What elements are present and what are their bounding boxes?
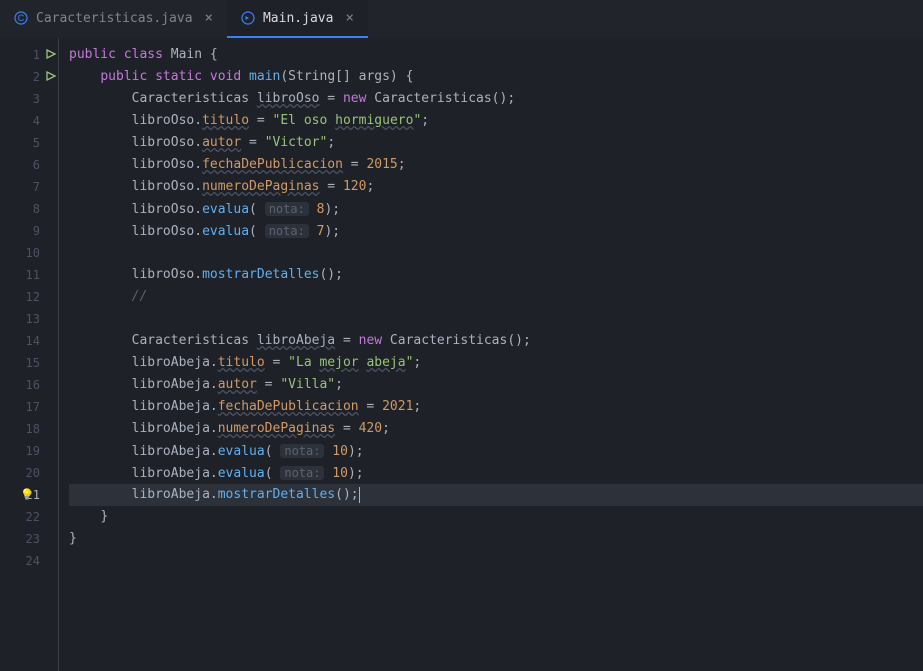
svg-text:C: C [18, 13, 25, 23]
line-number[interactable]: 10 [0, 242, 58, 264]
line-number[interactable]: 16 [0, 374, 58, 396]
line-number[interactable]: 3 [0, 88, 58, 110]
code-line[interactable]: libroAbeja.evalua( nota: 10); [69, 462, 923, 484]
code-line[interactable]: libroOso.numeroDePaginas = 120; [69, 176, 923, 198]
line-number[interactable]: 4 [0, 110, 58, 132]
tab-label: Main.java [263, 11, 333, 26]
code-line[interactable]: libroAbeja.fechaDePublicacion = 2021; [69, 396, 923, 418]
close-icon[interactable]: × [345, 10, 353, 26]
line-number[interactable]: 24 [0, 550, 58, 572]
line-number[interactable]: 7 [0, 176, 58, 198]
tab-caracteristicas[interactable]: C Caracteristicas.java × [0, 0, 227, 38]
code-line[interactable] [69, 242, 923, 264]
line-number[interactable]: 12 [0, 286, 58, 308]
lightbulb-icon[interactable]: 💡 [20, 484, 34, 506]
code-line[interactable]: libroOso.evalua( nota: 7); [69, 220, 923, 242]
line-number[interactable]: 2 [0, 66, 58, 88]
line-number[interactable]: 13 [0, 308, 58, 330]
code-line[interactable]: // [69, 286, 923, 308]
code-line[interactable]: libroOso.fechaDePublicacion = 2015; [69, 154, 923, 176]
close-icon[interactable]: × [205, 10, 213, 26]
line-number[interactable]: 17 [0, 396, 58, 418]
line-number[interactable]: 1 [0, 44, 58, 66]
code-line[interactable]: libroOso.titulo = "El oso hormiguero"; [69, 110, 923, 132]
code-line[interactable] [69, 308, 923, 330]
run-icon[interactable] [46, 66, 56, 88]
code-line[interactable]: libroOso.mostrarDetalles(); [69, 264, 923, 286]
code-area[interactable]: public class Main { public static void m… [58, 38, 923, 671]
code-line[interactable]: libroAbeja.titulo = "La mejor abeja"; [69, 352, 923, 374]
line-number[interactable]: 15 [0, 352, 58, 374]
code-line[interactable]: libroAbeja.mostrarDetalles(); [69, 484, 923, 506]
line-number[interactable]: 8 [0, 198, 58, 220]
line-number[interactable]: 22 [0, 506, 58, 528]
line-number[interactable]: 14 [0, 330, 58, 352]
code-line[interactable]: public static void main(String[] args) { [69, 66, 923, 88]
tab-bar: C Caracteristicas.java × Main.java × [0, 0, 923, 38]
line-number[interactable]: 18 [0, 418, 58, 440]
gutter: 1 2 3 4 5 6 7 8 9 10 11 12 13 14 15 16 1… [0, 38, 58, 671]
line-number[interactable]: 5 [0, 132, 58, 154]
editor: 1 2 3 4 5 6 7 8 9 10 11 12 13 14 15 16 1… [0, 38, 923, 671]
line-number[interactable]: 11 [0, 264, 58, 286]
code-line[interactable]: libroOso.autor = "Victor"; [69, 132, 923, 154]
code-line[interactable]: public class Main { [69, 44, 923, 66]
line-number[interactable]: 23 [0, 528, 58, 550]
code-line[interactable]: Caracteristicas libroAbeja = new Caracte… [69, 330, 923, 352]
tab-main[interactable]: Main.java × [227, 0, 368, 38]
text-cursor [359, 487, 360, 503]
tab-label: Caracteristicas.java [36, 11, 193, 26]
line-number[interactable]: 9 [0, 220, 58, 242]
line-number[interactable]: 6 [0, 154, 58, 176]
line-number[interactable]: 💡21 [0, 484, 58, 506]
run-icon[interactable] [46, 44, 56, 66]
java-class-icon: C [14, 11, 28, 25]
code-line[interactable]: } [69, 506, 923, 528]
code-line[interactable]: Caracteristicas libroOso = new Caracteri… [69, 88, 923, 110]
line-number[interactable]: 19 [0, 440, 58, 462]
code-line[interactable] [69, 550, 923, 572]
code-line[interactable]: libroAbeja.evalua( nota: 10); [69, 440, 923, 462]
java-class-icon [241, 11, 255, 25]
code-line[interactable]: libroAbeja.numeroDePaginas = 420; [69, 418, 923, 440]
code-line[interactable]: } [69, 528, 923, 550]
code-line[interactable]: libroAbeja.autor = "Villa"; [69, 374, 923, 396]
code-line[interactable]: libroOso.evalua( nota: 8); [69, 198, 923, 220]
line-number[interactable]: 20 [0, 462, 58, 484]
